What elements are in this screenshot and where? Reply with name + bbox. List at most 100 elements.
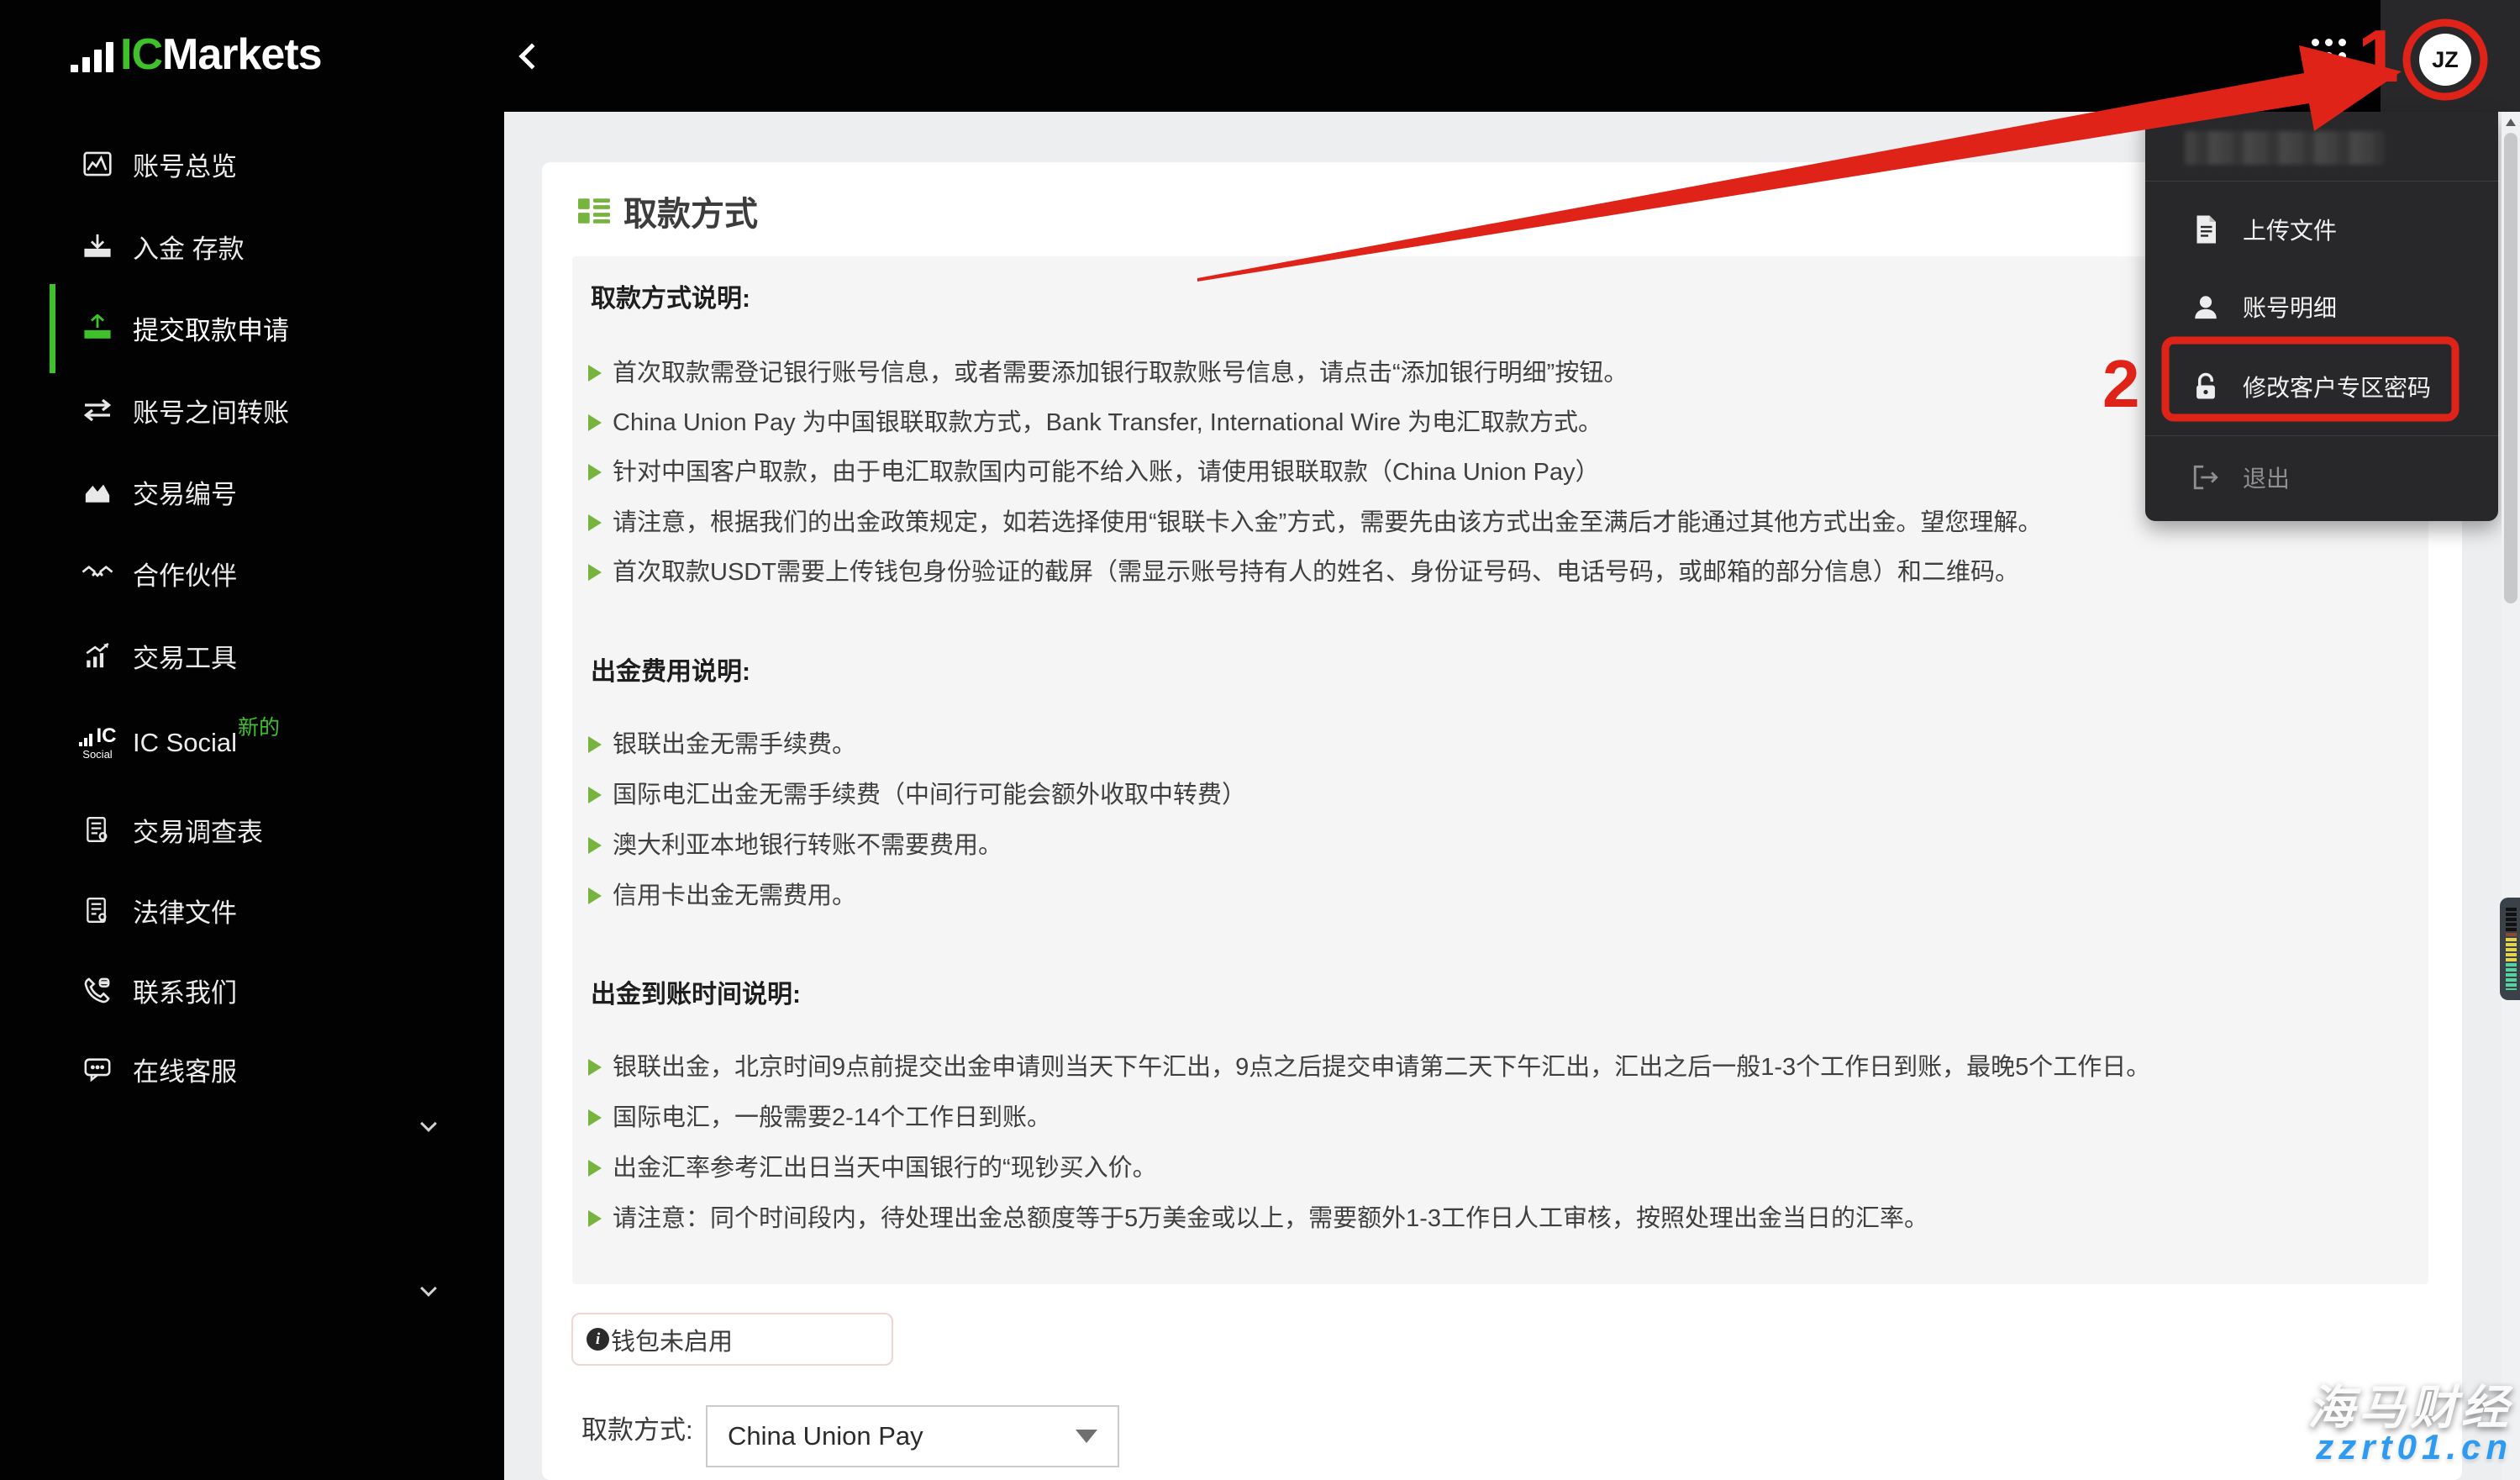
- sidebar-item-label: 提交取款申请: [133, 309, 289, 347]
- menu-item-logout[interactable]: 退出: [2145, 456, 2498, 499]
- file-icon: [2189, 214, 2223, 245]
- withdraw-method-select[interactable]: China Union Pay: [706, 1405, 1119, 1467]
- scrollbar-thumb[interactable]: [2504, 133, 2517, 603]
- sidebar-item-label: 合作伙伴: [133, 555, 237, 593]
- bullet-text: 请注意：同个时间段内，待处理出金总额度等于5万美金或以上，需要额外1-3工作日人…: [613, 1202, 1928, 1235]
- bullet-triangle-icon: [588, 1059, 602, 1076]
- active-item-indicator: [50, 284, 55, 373]
- bullet-row: 出金汇率参考汇出日当天中国银行的“现钞买入价。: [588, 1151, 2403, 1185]
- scroll-minimap-widget: [2500, 898, 2520, 1000]
- person-icon: [2189, 292, 2223, 321]
- lock-icon: [2189, 371, 2223, 402]
- chat-bubble-icon: [81, 1056, 114, 1082]
- bullet-text: 信用卡出金无需费用。: [613, 879, 856, 913]
- bullet-triangle-icon: [588, 837, 602, 854]
- menu-item-label: 修改客户专区密码: [2243, 370, 2431, 403]
- bullet-row: 首次取款USDT需要上传钱包身份验证的截屏（需显示账号持有人的姓名、身份证号码、…: [588, 556, 2403, 589]
- bullet-text: 澳大利亚本地银行转账不需要费用。: [613, 829, 1002, 862]
- bullet-row: 国际电汇出金无需手续费（中间行可能会额外收取中转费）: [588, 778, 2403, 812]
- sidebar-item-label: 交易工具: [133, 637, 237, 675]
- bullet-triangle-icon: [588, 365, 602, 382]
- masked-username: [2185, 131, 2384, 165]
- bullet-text: 国际电汇出金无需手续费（中间行可能会额外收取中转费）: [613, 778, 1246, 812]
- bullet-text: China Union Pay 为中国银联取款方式，Bank Transfer,…: [613, 406, 1602, 440]
- bullet-triangle-icon: [588, 514, 602, 531]
- sidebar-item-trading-tools[interactable]: 交易工具: [0, 630, 504, 681]
- legal-document-icon: [81, 897, 114, 924]
- sidebar-item-live-chat[interactable]: 在线客服: [0, 1044, 504, 1094]
- bullet-text: 针对中国客户取款，由于电汇取款国内可能不给入账，请使用银联取款（China Un…: [613, 456, 1600, 489]
- bullet-triangle-icon: [588, 1210, 602, 1227]
- bullet-text: 出金汇率参考汇出日当天中国银行的“现钞买入价。: [613, 1151, 1157, 1185]
- bullet-text: 首次取款需登记银行账号信息，或者需要添加银行取款账号信息，请点击“添加银行明细”…: [613, 356, 1628, 390]
- sidebar-item-label: 账号总览: [133, 145, 237, 183]
- sidebar-item-deposit[interactable]: 入金 存款: [0, 221, 504, 271]
- sidebar-item-label: 法律文件: [133, 892, 237, 930]
- wallet-notice-text: 钱包未启用: [611, 1322, 733, 1357]
- sidebar-item-label: IC Social: [133, 728, 237, 758]
- bullet-row: 银联出金无需手续费。: [588, 728, 2403, 761]
- transfer-icon: [81, 398, 114, 423]
- bullet-row: 国际电汇，一般需要2-14个工作日到账。: [588, 1101, 2403, 1135]
- user-dropdown-menu: 上传文件 账号明细 修改客户专区密码 退出: [2145, 112, 2498, 521]
- logo-bars-icon: [71, 42, 113, 79]
- bullet-row: 信用卡出金无需费用。: [588, 879, 2403, 913]
- new-badge: 新的: [238, 711, 280, 741]
- withdraw-method-label: 取款方式:: [581, 1409, 693, 1446]
- bullet-triangle-icon: [588, 736, 602, 753]
- deposit-icon: [81, 233, 114, 260]
- page-title: 取款方式: [623, 187, 758, 235]
- overview-icon: [81, 150, 114, 177]
- menu-item-account-details[interactable]: 账号明细: [2145, 285, 2498, 329]
- section-heading: 取款方式说明:: [591, 282, 1431, 316]
- sidebar-item-trade-numbers[interactable]: 交易编号: [0, 466, 504, 517]
- bullet-row: 请注意，根据我们的出金政策规定，如若选择使用“银联卡入金”方式，需要先由该方式出…: [588, 506, 2403, 540]
- info-icon: i: [587, 1328, 609, 1351]
- sidebar-item-legal-documents[interactable]: 法律文件: [0, 885, 504, 935]
- logout-icon: [2189, 464, 2223, 491]
- trades-chart-icon: [81, 479, 114, 504]
- bullet-row: 银联出金，北京时间9点前提交出金申请则当天下午汇出，9点之后提交申请第二天下午汇…: [588, 1051, 2403, 1084]
- sidebar-item-contact-us[interactable]: 联系我们: [0, 965, 504, 1015]
- bullet-triangle-icon: [588, 887, 602, 904]
- bullet-row: China Union Pay 为中国银联取款方式，Bank Transfer,…: [588, 406, 2403, 440]
- section-heading: 出金费用说明:: [591, 656, 1431, 689]
- sidebar-item-partners[interactable]: 合作伙伴: [0, 548, 504, 598]
- bullet-row: 首次取款需登记银行账号信息，或者需要添加银行取款账号信息，请点击“添加银行明细”…: [588, 356, 2403, 390]
- bullet-triangle-icon: [588, 564, 602, 581]
- bullet-triangle-icon: [588, 787, 602, 803]
- menu-item-change-password[interactable]: 修改客户专区密码: [2145, 365, 2498, 408]
- top-bar: [0, 0, 2520, 112]
- ic-social-logo-icon: IC Social: [81, 726, 114, 761]
- tools-chart-icon: [81, 642, 114, 669]
- sidebar-item-label: 联系我们: [133, 972, 237, 1009]
- withdraw-icon: [81, 314, 114, 341]
- withdraw-method-value: China Union Pay: [728, 1421, 1076, 1451]
- bullet-row: 澳大利亚本地银行转账不需要费用。: [588, 829, 2403, 862]
- menu-divider: [2145, 181, 2498, 182]
- bullet-text: 首次取款USDT需要上传钱包身份验证的截屏（需显示账号持有人的姓名、身份证号码、…: [613, 556, 2019, 589]
- menu-item-label: 退出: [2243, 461, 2290, 494]
- scrollbar-up-arrow-icon[interactable]: [2506, 119, 2516, 126]
- sidebar-item-trading-survey[interactable]: 交易调查表: [0, 804, 504, 855]
- logo-text-markets: Markets: [162, 30, 322, 79]
- phone-icon: [81, 977, 114, 1003]
- sidebar-item-label: 入金 存款: [133, 228, 245, 266]
- sidebar-item-transfer-between-accounts[interactable]: 账号之间转账: [0, 385, 504, 435]
- sidebar-item-account-overview[interactable]: 账号总览: [0, 139, 504, 189]
- avatar[interactable]: JZ: [2419, 34, 2471, 86]
- bullet-row: 针对中国客户取款，由于电汇取款国内可能不给入账，请使用银联取款（China Un…: [588, 456, 2403, 489]
- sidebar-item-withdrawal-request[interactable]: 提交取款申请: [0, 303, 504, 353]
- sidebar-item-label: 账号之间转账: [133, 392, 289, 429]
- bullet-triangle-icon: [588, 1109, 602, 1126]
- bullet-text: 请注意，根据我们的出金政策规定，如若选择使用“银联卡入金”方式，需要先由该方式出…: [613, 506, 2042, 540]
- logo-text-ic: IC: [120, 30, 162, 79]
- menu-item-upload-files[interactable]: 上传文件: [2145, 208, 2498, 251]
- sidebar-item-label: 交易编号: [133, 473, 237, 511]
- survey-document-icon: [81, 816, 114, 843]
- bullet-triangle-icon: [588, 1160, 602, 1177]
- apps-grid-icon[interactable]: [2312, 39, 2346, 73]
- menu-item-label: 账号明细: [2243, 290, 2337, 324]
- list-grid-icon: [578, 197, 610, 225]
- ic-markets-logo[interactable]: IC Markets: [71, 30, 322, 79]
